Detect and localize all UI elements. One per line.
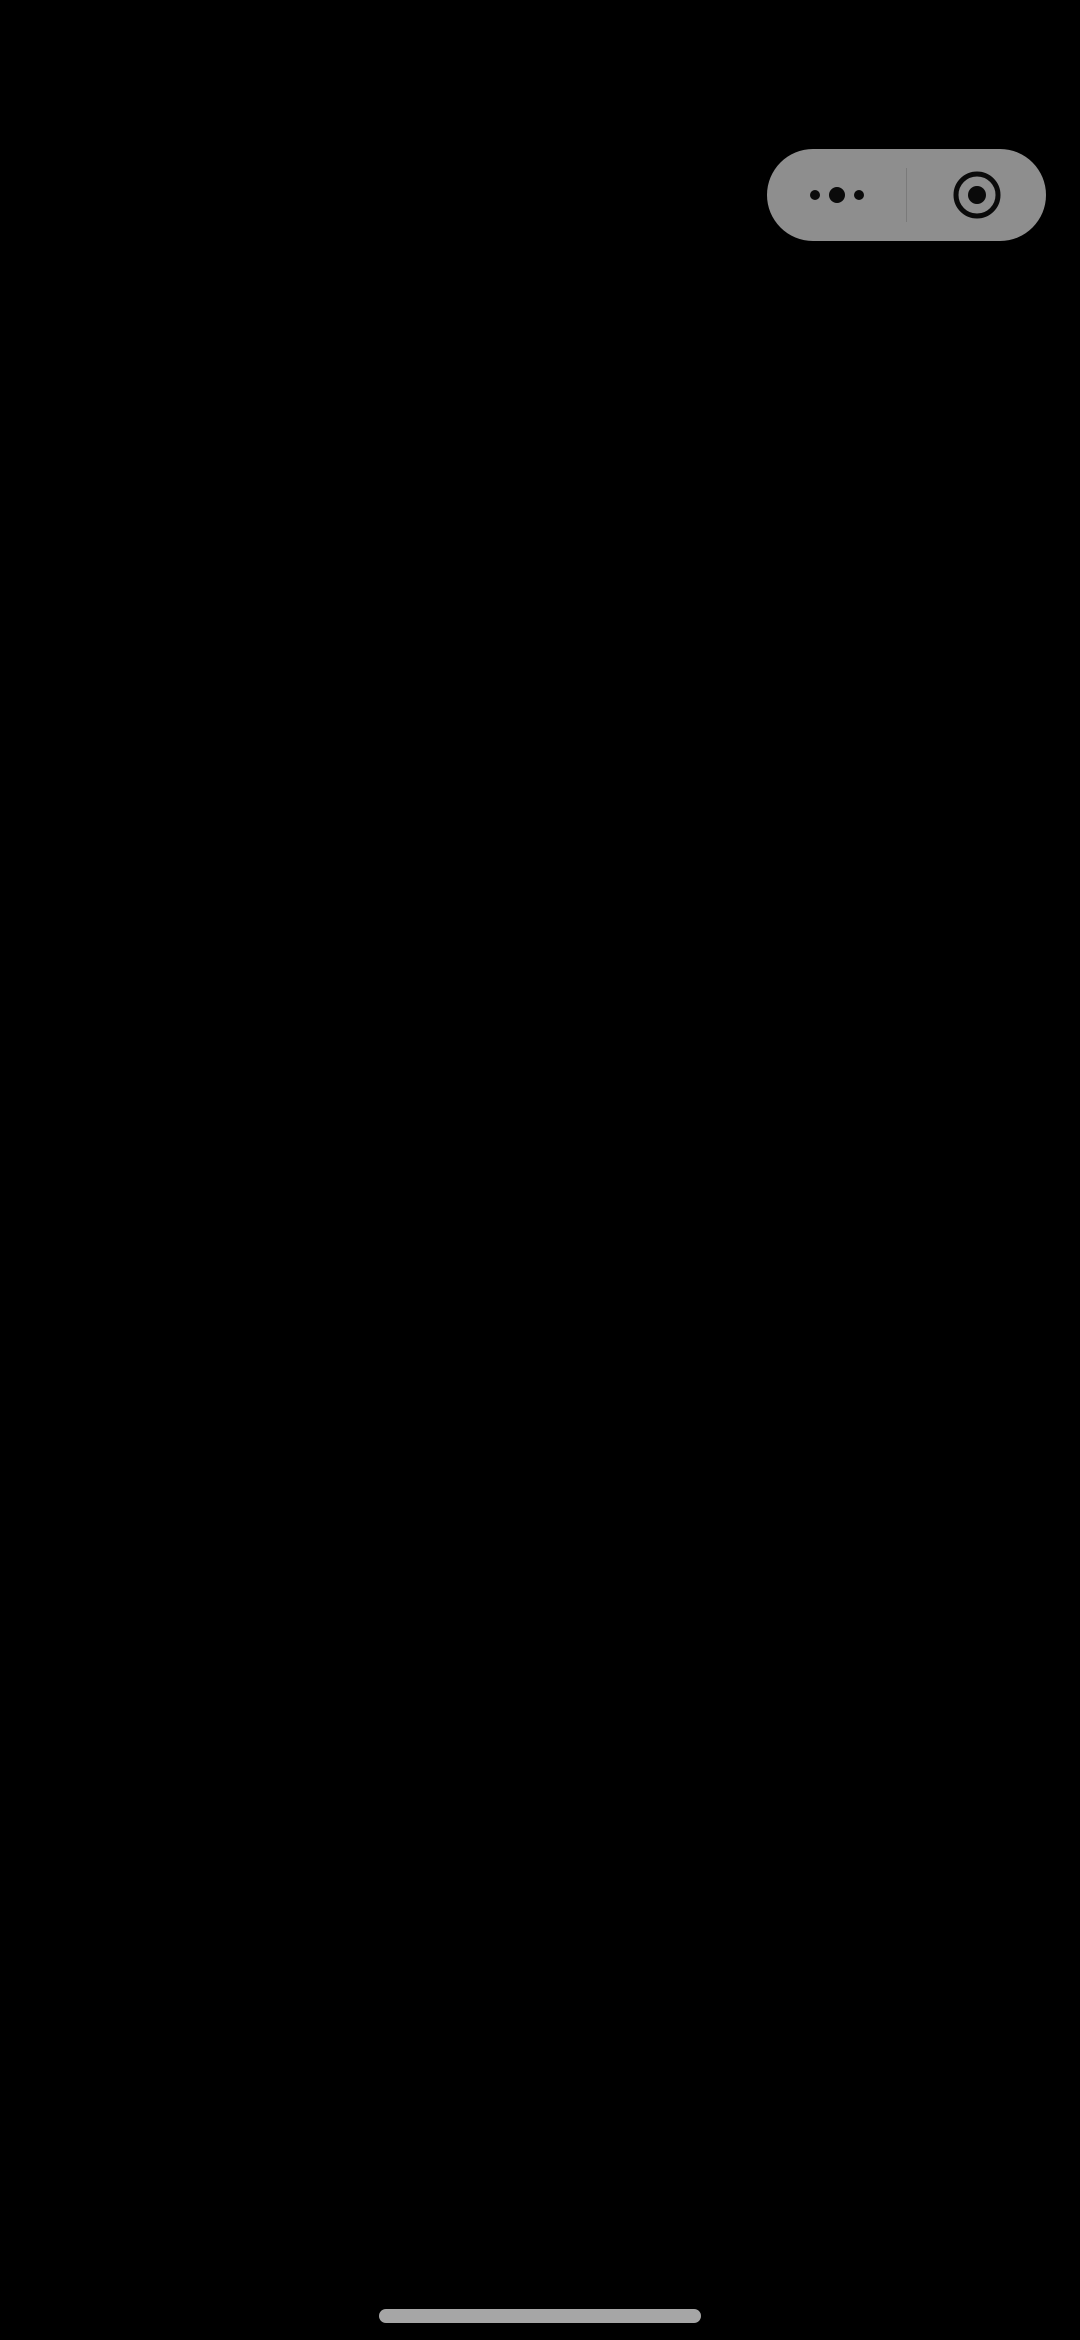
- target-close-icon: [953, 171, 1000, 219]
- close-button[interactable]: [907, 149, 1046, 241]
- blank-screen: [0, 0, 1080, 2340]
- mini-program-capsule: [767, 149, 1046, 241]
- more-button[interactable]: [767, 149, 906, 241]
- home-indicator[interactable]: [379, 2309, 701, 2323]
- more-dots-icon: [809, 187, 864, 203]
